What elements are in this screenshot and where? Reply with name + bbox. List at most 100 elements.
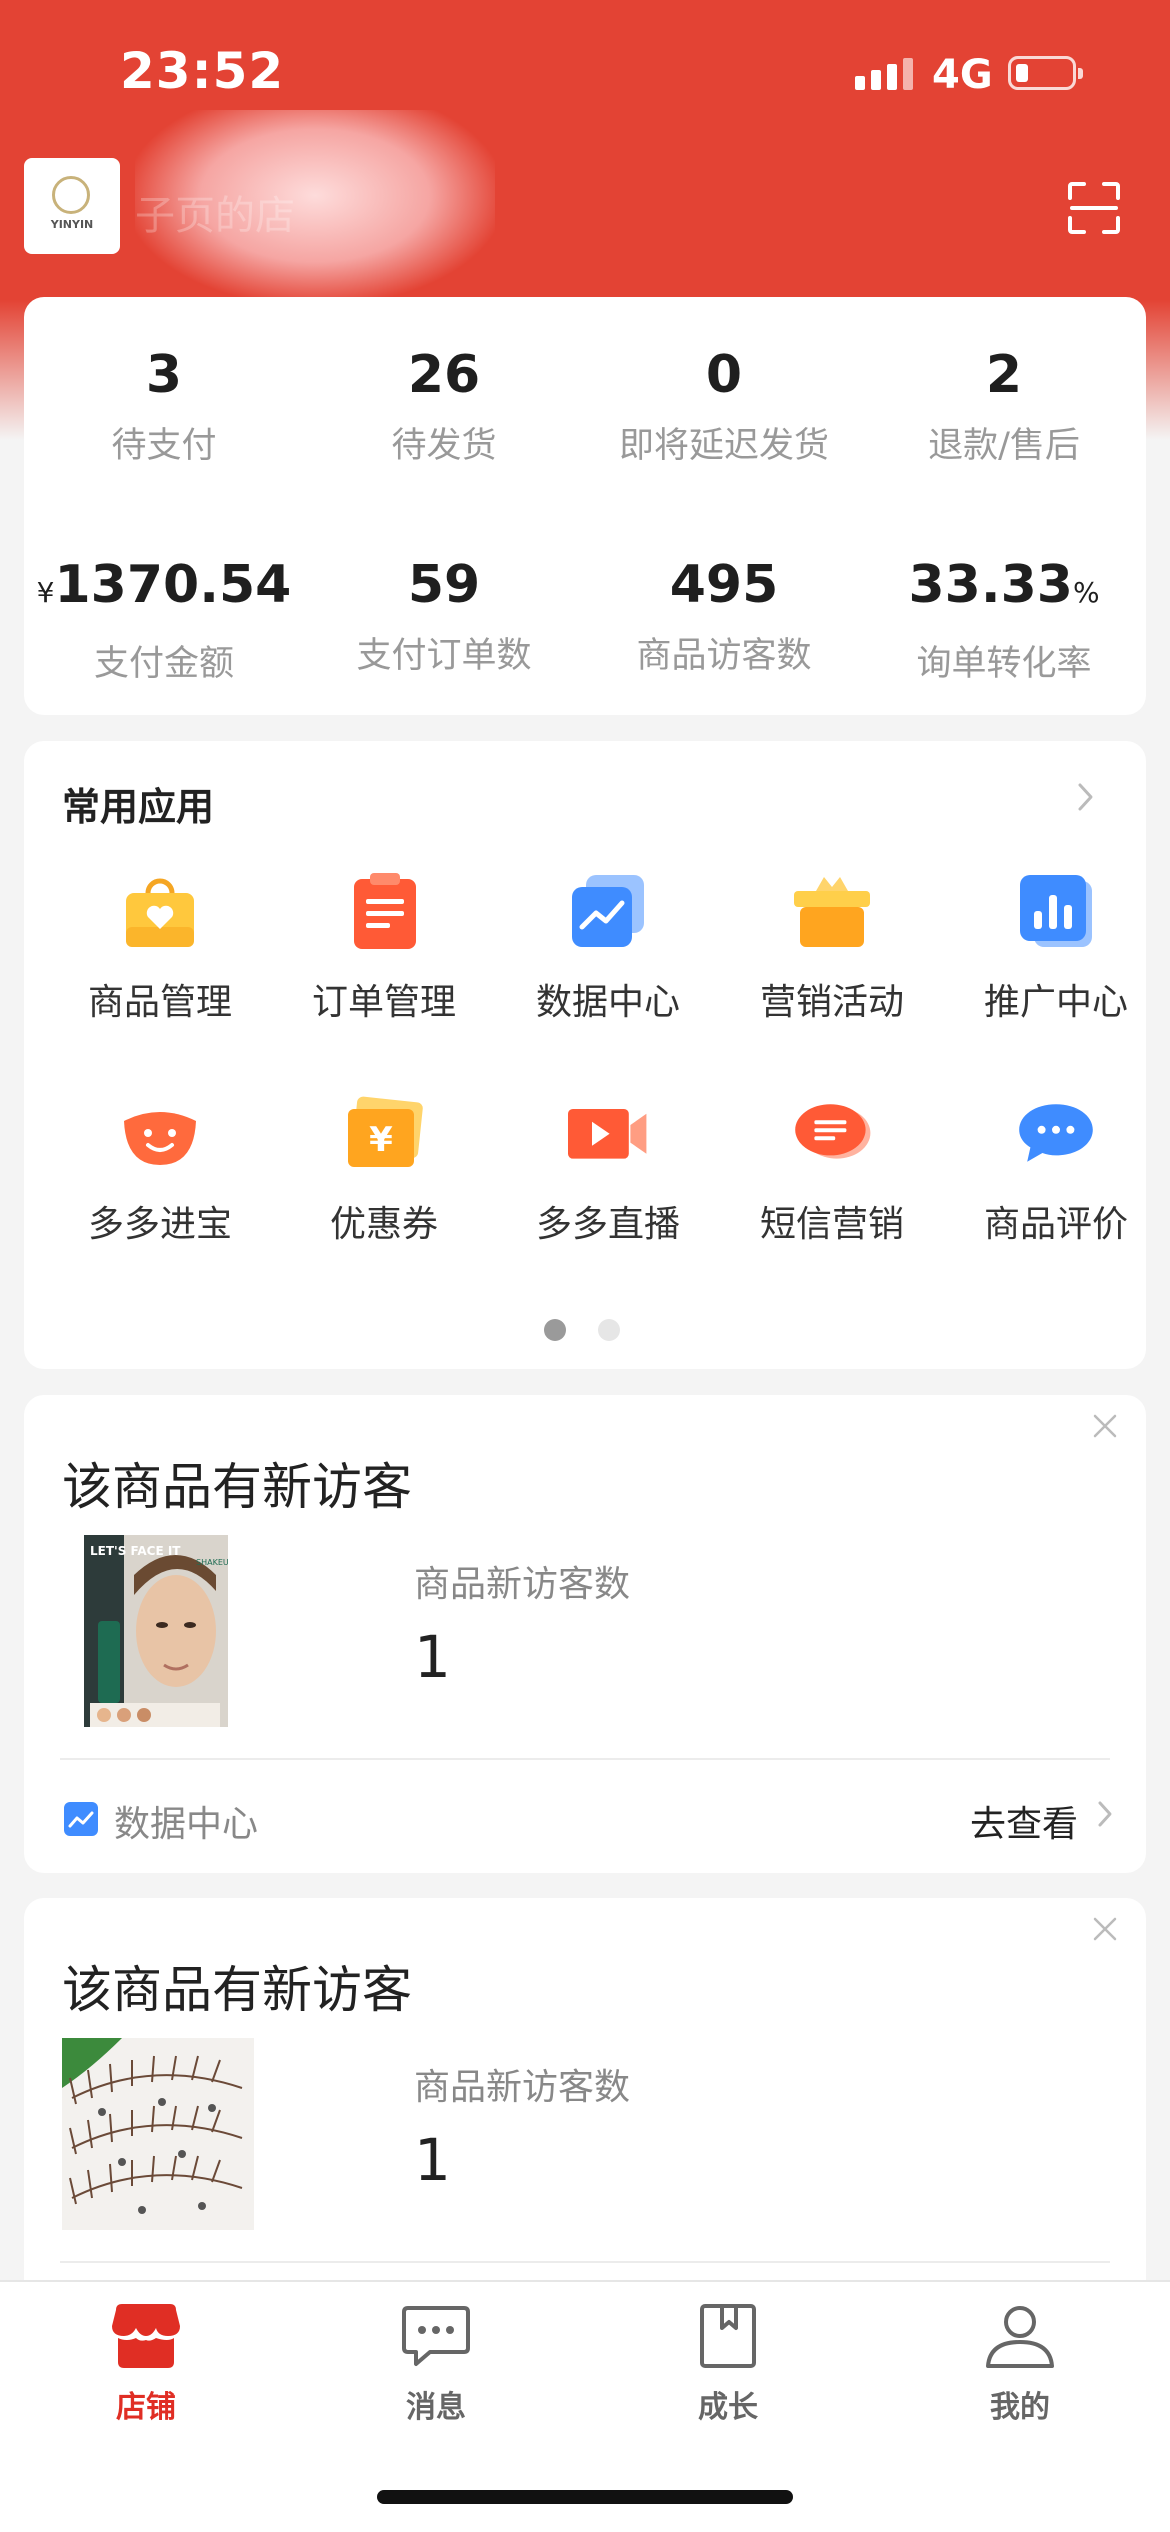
app-duoduo-jinbao[interactable]: 多多进宝: [48, 1093, 272, 1247]
tab-label: 我的: [990, 2390, 1050, 2425]
app-label: 订单管理: [311, 982, 456, 1023]
stat-value: 2: [985, 345, 1023, 405]
product-thumbnail[interactable]: LET'S FACE IT SHAKEUP: [84, 1535, 228, 1727]
stat-conversion-rate[interactable]: 33.33% 询单转化率: [864, 555, 1144, 686]
stat-value: 3: [145, 345, 183, 405]
app-label: 优惠券: [329, 1204, 438, 1245]
page-dot: [598, 1319, 620, 1341]
app-promotion-center[interactable]: 推广中心: [944, 871, 1168, 1025]
app-label: 营销活动: [759, 982, 904, 1023]
stat-value: 495: [669, 555, 779, 615]
metric-value: 1: [414, 2126, 451, 2194]
network-type: 4G: [932, 52, 993, 98]
stat-label: 即将延迟发货: [618, 426, 829, 466]
page-dot-active: [544, 1319, 566, 1341]
app-data-center[interactable]: 数据中心: [496, 871, 720, 1025]
common-apps-card: 常用应用 商品管理 订单管理 数据中心 营销活动 推广中心 多多进宝 ¥ 优惠券…: [24, 741, 1146, 1369]
product-thumbnail[interactable]: [62, 2038, 254, 2230]
tab-label: 店铺: [116, 2390, 176, 2425]
tab-store[interactable]: 店铺: [46, 2302, 246, 2426]
app-duoduo-live[interactable]: 多多直播: [496, 1093, 720, 1247]
data-chart-icon: [572, 875, 644, 947]
stat-label: 支付订单数: [356, 636, 532, 676]
thumb-text: LET'S FACE IT: [90, 1544, 181, 1558]
stat-pending-shipment[interactable]: 26 待发货: [304, 345, 584, 468]
stat-refund[interactable]: 2 退款/售后: [864, 345, 1144, 468]
coupon-icon: ¥: [348, 1096, 423, 1167]
currency-symbol: ¥: [36, 576, 55, 609]
app-label: 多多直播: [535, 1204, 680, 1245]
tab-label: 成长: [698, 2390, 758, 2425]
metric-value: 1: [414, 1623, 451, 1691]
bar-chart-icon: [1020, 875, 1092, 947]
view-button[interactable]: 去查看: [970, 1795, 1078, 1847]
app-marketing-activity[interactable]: 营销活动: [720, 871, 944, 1025]
ingot-icon: [124, 1112, 196, 1165]
app-label: 商品管理: [87, 982, 232, 1023]
close-icon[interactable]: [1092, 1413, 1118, 1439]
stat-pending-payment[interactable]: 3 待支付: [24, 345, 304, 468]
stat-value: 0: [705, 345, 743, 405]
app-label: 推广中心: [983, 982, 1128, 1023]
stat-delayed-shipment[interactable]: 0 即将延迟发货: [584, 345, 864, 468]
stat-label: 退款/售后: [928, 426, 1080, 466]
home-indicator[interactable]: [377, 2490, 793, 2504]
stat-value: 33.33: [908, 555, 1073, 615]
new-visitor-card[interactable]: 该商品有新访客 LET'S FACE IT SHAKEUP 商品新访客数 1 数…: [24, 1395, 1146, 1873]
video-camera-icon: [568, 1109, 647, 1159]
metric-label: 商品新访客数: [414, 2067, 631, 2108]
sms-icon: [795, 1104, 871, 1159]
stats-card: 3 待支付 26 待发货 0 即将延迟发货 2 退款/售后 ¥1370.54 支…: [24, 297, 1146, 715]
page-indicator: [544, 1319, 620, 1341]
chat-bubble-icon: [1019, 1104, 1093, 1162]
store-logo[interactable]: YINYIN: [24, 158, 120, 254]
stat-label: 待支付: [111, 426, 217, 466]
svg-text:¥: ¥: [369, 1120, 393, 1160]
tab-label: 消息: [406, 2390, 466, 2425]
stat-visitor-count[interactable]: 495 商品访客数: [584, 555, 864, 678]
metric-label: 商品新访客数: [414, 1564, 631, 1605]
divider: [60, 2261, 1110, 2263]
stat-label: 商品访客数: [636, 636, 812, 676]
stat-value: 1370.54: [54, 555, 292, 615]
chevron-right-icon[interactable]: [1096, 1799, 1114, 1829]
app-product-review[interactable]: 商品评价: [944, 1093, 1168, 1247]
percent-sign: %: [1072, 576, 1100, 609]
chevron-right-icon[interactable]: [1076, 781, 1096, 813]
stat-order-count[interactable]: 59 支付订单数: [304, 555, 584, 678]
store-name[interactable]: 子页的店: [135, 183, 295, 241]
stat-label: 待发货: [391, 426, 497, 466]
tab-growth[interactable]: 成长: [628, 2302, 828, 2426]
app-order-management[interactable]: 订单管理: [272, 871, 496, 1025]
source-label: 数据中心: [114, 1804, 259, 1845]
stat-value: 26: [407, 345, 481, 405]
visitor-card-title: 该商品有新访客: [62, 1458, 412, 1516]
thumb-brand: SHAKEUP: [196, 1558, 228, 1567]
stat-payment-amount[interactable]: ¥1370.54 支付金额: [24, 555, 304, 686]
store-header: YINYIN 子页的店: [0, 110, 1170, 300]
tab-me[interactable]: 我的: [920, 2302, 1120, 2426]
status-time: 23:52: [120, 42, 285, 100]
gift-box-icon: [794, 877, 870, 947]
tab-messages[interactable]: 消息: [336, 2302, 536, 2426]
data-chart-icon: [64, 1802, 98, 1836]
app-coupon[interactable]: ¥ 优惠券: [272, 1093, 496, 1247]
stat-label: 支付金额: [93, 644, 234, 684]
book-icon: [700, 2304, 756, 2368]
scan-icon[interactable]: [1066, 180, 1122, 236]
user-icon: [986, 2306, 1054, 2368]
app-sms-marketing[interactable]: 短信营销: [720, 1093, 944, 1247]
close-icon[interactable]: [1092, 1916, 1118, 1942]
store-logo-text: YINYIN: [50, 218, 94, 231]
order-list-icon: [354, 873, 416, 949]
message-icon: [402, 2306, 470, 2366]
app-label: 多多进宝: [87, 1204, 232, 1245]
visitor-card-title: 该商品有新访客: [62, 1961, 412, 2019]
divider: [60, 1758, 1110, 1760]
app-label: 数据中心: [535, 982, 680, 1023]
store-icon: [112, 2304, 180, 2368]
app-product-management[interactable]: 商品管理: [48, 871, 272, 1025]
stat-value: 59: [407, 555, 481, 615]
apps-title: 常用应用: [62, 785, 215, 829]
app-label: 短信营销: [759, 1204, 904, 1245]
